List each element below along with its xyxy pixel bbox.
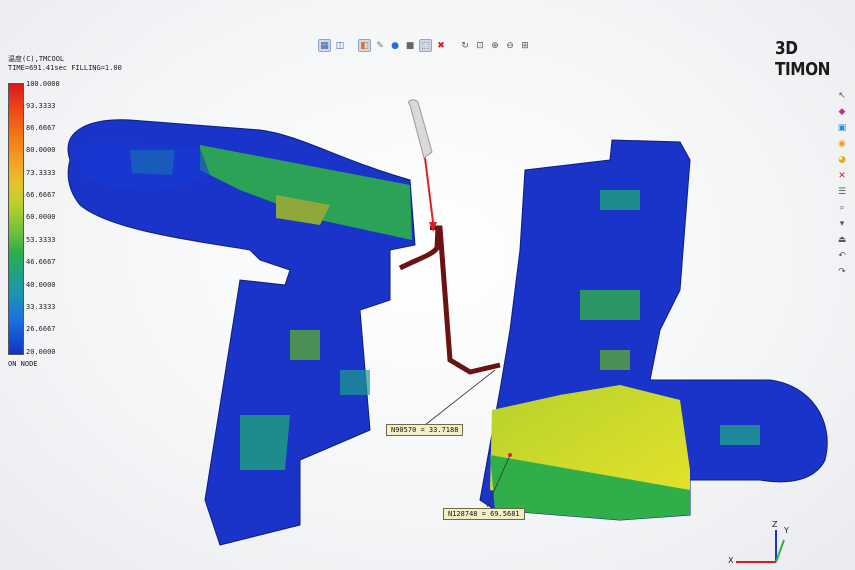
legend-quantity: 温度(C),TMCOOL: [8, 55, 65, 63]
close-icon[interactable]: ✕: [836, 170, 848, 182]
view-toolbar: ▦ ◫ ◧ ✎ ● ■ ⬚ ✖ ↻ ⊡ ⊕ ⊖ ⊞: [318, 39, 531, 52]
axis-x-label: X: [728, 556, 734, 565]
tick-label: 46.6667: [26, 258, 56, 266]
tick-label: 60.0000: [26, 213, 56, 221]
tick-label: 40.0000: [26, 281, 56, 289]
box-icon[interactable]: ▣: [836, 122, 848, 134]
legend-status: TIME=691.41sec FILLING=1.00: [8, 64, 122, 72]
legend-header: 温度(C),TMCOOL TIME=691.41sec FILLING=1.00: [8, 55, 122, 73]
right-part: [479, 139, 828, 521]
fit-icon[interactable]: ⊡: [474, 40, 486, 52]
cube-icon[interactable]: ◫: [334, 40, 346, 52]
grid-icon[interactable]: ▦: [318, 39, 331, 52]
pointer-icon[interactable]: ↖: [836, 90, 848, 102]
runner-system: [398, 225, 501, 375]
tick-label: 73.3333: [26, 169, 56, 177]
legend-mode: ON NODE: [8, 360, 38, 368]
marker-icon[interactable]: ▾: [836, 218, 848, 230]
lock-icon[interactable]: ⏏: [836, 234, 848, 246]
callout-leader-1: [424, 369, 496, 426]
node-probe-callout: N128748 = 69.5681: [443, 508, 525, 520]
square-icon[interactable]: ■: [404, 40, 416, 52]
tick-label: 80.0000: [26, 146, 56, 154]
pencil-icon[interactable]: ✎: [374, 40, 386, 52]
color-icon[interactable]: ◕: [836, 154, 848, 166]
tick-label: 93.3333: [26, 102, 56, 110]
axis-z-label: Z: [772, 520, 778, 529]
tick-label: 20.0000: [26, 348, 56, 356]
list-icon[interactable]: ☰: [836, 186, 848, 198]
tick-label: 86.6667: [26, 124, 56, 132]
close-icon[interactable]: ✖: [435, 40, 447, 52]
node-probe-callout: N90570 = 33.7188: [386, 424, 464, 436]
pick-icon[interactable]: ◆: [836, 106, 848, 118]
tick-label: 66.6667: [26, 191, 56, 199]
model-viewport[interactable]: [0, 0, 855, 570]
sphere-icon[interactable]: ●: [389, 40, 401, 52]
left-part: [67, 119, 416, 546]
undo-icon[interactable]: ↶: [836, 250, 848, 262]
tick-label: 100.0000: [26, 80, 60, 88]
tick-label: 26.6667: [26, 325, 56, 333]
axis-y-label: Y: [784, 526, 789, 535]
tick-label: 33.3333: [26, 303, 56, 311]
rotate-icon[interactable]: ↻: [459, 40, 471, 52]
zoom-in-icon[interactable]: ⊕: [489, 40, 501, 52]
palette-icon[interactable]: ◧: [358, 39, 371, 52]
zoom-out-icon[interactable]: ⊖: [504, 40, 516, 52]
axis-triad: Z Y X: [728, 520, 798, 568]
search-icon[interactable]: ⌕: [836, 202, 848, 214]
color-scale-bar: [8, 83, 24, 355]
tick-label: 53.3333: [26, 236, 56, 244]
brand-logo: 3D TIMON: [775, 38, 831, 80]
cylinder-icon[interactable]: ◉: [836, 138, 848, 150]
zoom-window-icon[interactable]: ⊞: [519, 40, 531, 52]
redo-icon[interactable]: ↷: [836, 266, 848, 278]
probe-point-2: [508, 453, 512, 457]
select-icon[interactable]: ⬚: [419, 39, 432, 52]
side-toolbar: ↖ ◆ ▣ ◉ ◕ ✕ ☰ ⌕ ▾ ⏏ ↶ ↷: [836, 90, 848, 278]
